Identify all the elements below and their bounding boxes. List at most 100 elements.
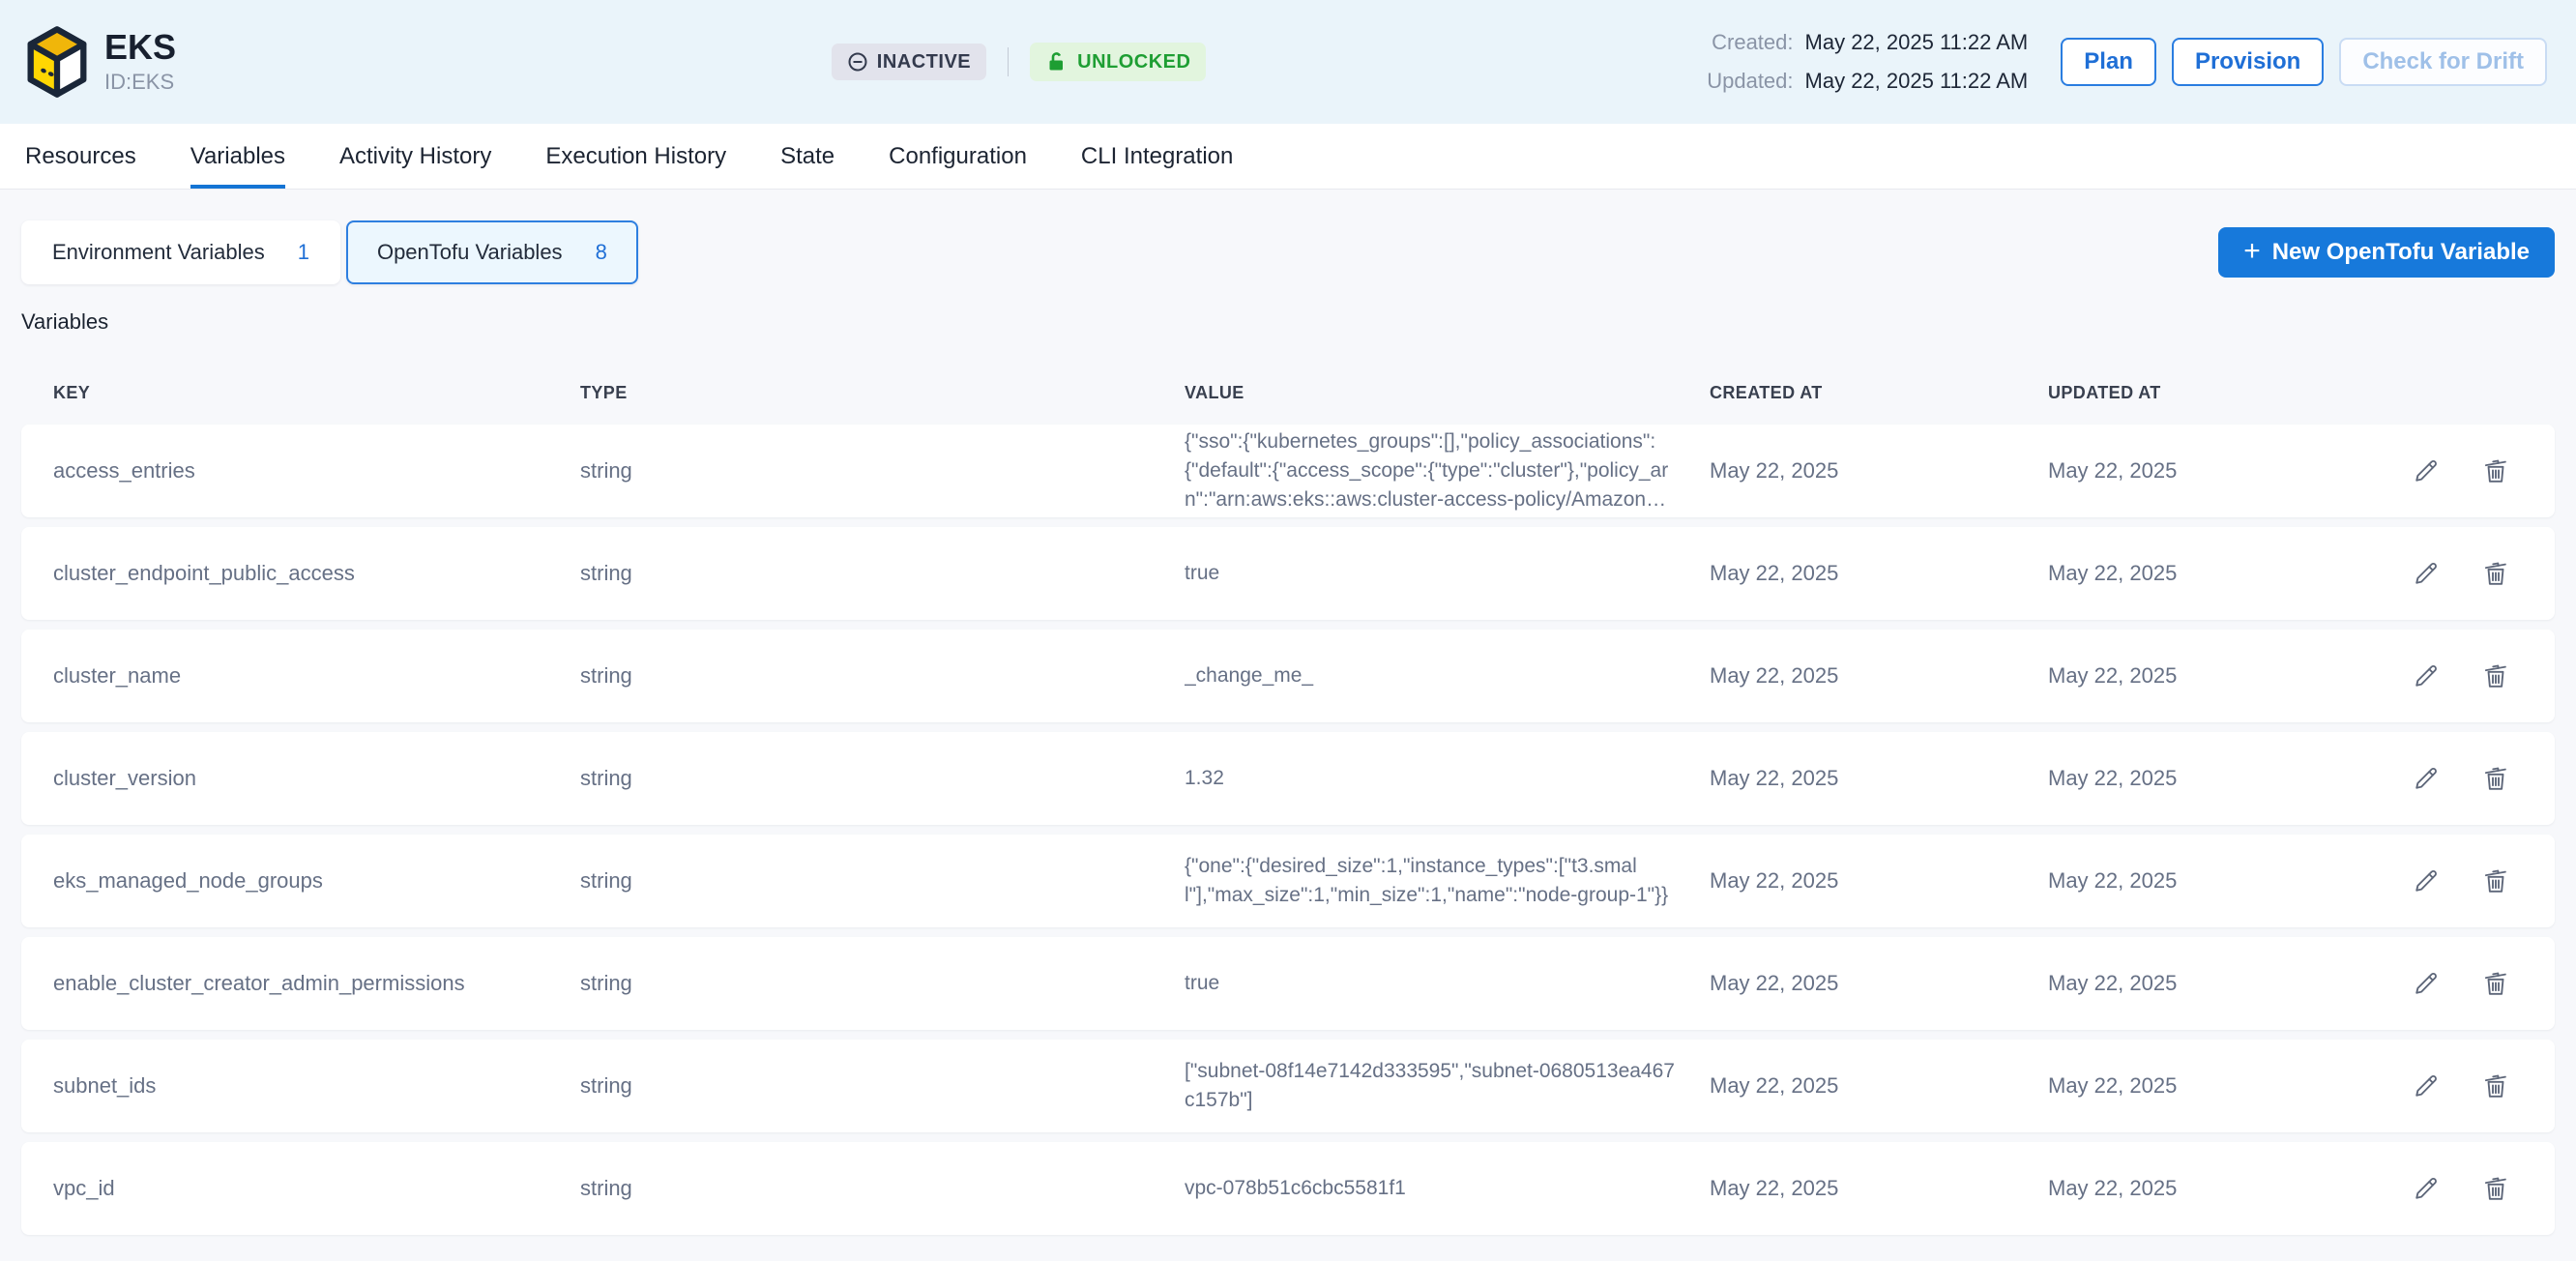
delete-variable-button[interactable] xyxy=(2481,1174,2510,1203)
cell-updated-at: May 22, 2025 xyxy=(2048,1073,2377,1099)
cell-value: ["subnet-08f14e7142d333595","subnet-0680… xyxy=(1185,1057,1699,1115)
edit-variable-button[interactable] xyxy=(2412,661,2441,690)
cell-key: access_entries xyxy=(53,458,580,484)
edit-variable-button[interactable] xyxy=(2412,1071,2441,1100)
table-row: eks_managed_node_groups string {"one":{"… xyxy=(21,835,2555,927)
delete-variable-button[interactable] xyxy=(2481,866,2510,895)
new-opentofu-variable-label: New OpenTofu Variable xyxy=(2272,239,2530,266)
cell-value: vpc-078b51c6cbc5581f1 xyxy=(1185,1174,1699,1203)
trash-icon xyxy=(2481,456,2510,485)
tab-configuration[interactable]: Configuration xyxy=(889,124,1027,189)
cell-updated-at: May 22, 2025 xyxy=(2048,971,2377,996)
new-opentofu-variable-button[interactable]: + New OpenTofu Variable xyxy=(2218,227,2555,278)
tab-variables[interactable]: Variables xyxy=(190,124,285,189)
delete-variable-button[interactable] xyxy=(2481,764,2510,793)
cell-key: cluster_name xyxy=(53,663,580,689)
cell-created-at: May 22, 2025 xyxy=(1710,458,2048,484)
unlock-icon xyxy=(1045,50,1068,73)
filter-opentofu-variables[interactable]: OpenTofu Variables 8 xyxy=(346,220,638,284)
plus-icon: + xyxy=(2243,237,2261,266)
plan-button[interactable]: Plan xyxy=(2061,38,2156,86)
row-actions xyxy=(2377,661,2555,690)
status-badge: INACTIVE xyxy=(832,44,986,80)
cell-updated-at: May 22, 2025 xyxy=(2048,1176,2377,1201)
opentofu-cube-logo-icon xyxy=(23,24,91,100)
cell-key: cluster_endpoint_public_access xyxy=(53,561,580,586)
delete-variable-button[interactable] xyxy=(2481,969,2510,998)
filter-count-badge: 1 xyxy=(298,240,309,265)
minus-circle-icon xyxy=(847,51,868,73)
cell-key: vpc_id xyxy=(53,1176,580,1201)
cell-type: string xyxy=(580,1176,1185,1201)
cell-type: string xyxy=(580,868,1185,894)
tab-state[interactable]: State xyxy=(780,124,834,189)
filter-label: OpenTofu Variables xyxy=(377,240,563,265)
cell-updated-at: May 22, 2025 xyxy=(2048,766,2377,791)
cell-type: string xyxy=(580,1073,1185,1099)
cell-value: true xyxy=(1185,559,1699,588)
filter-label: Environment Variables xyxy=(52,240,265,265)
updated-value: May 22, 2025 11:22 AM xyxy=(1805,69,2029,94)
lock-badge: UNLOCKED xyxy=(1030,43,1206,81)
delete-variable-button[interactable] xyxy=(2481,456,2510,485)
table-row: enable_cluster_creator_admin_permissions… xyxy=(21,937,2555,1030)
tab-resources[interactable]: Resources xyxy=(25,124,136,189)
trash-icon xyxy=(2481,559,2510,588)
cell-key: cluster_version xyxy=(53,766,580,791)
column-header-value: VALUE xyxy=(1185,383,1710,403)
cell-value: true xyxy=(1185,969,1699,998)
delete-variable-button[interactable] xyxy=(2481,559,2510,588)
row-actions xyxy=(2377,764,2555,793)
row-actions xyxy=(2377,559,2555,588)
cell-created-at: May 22, 2025 xyxy=(1710,868,2048,894)
pencil-icon xyxy=(2412,764,2441,793)
cell-updated-at: May 22, 2025 xyxy=(2048,868,2377,894)
variable-type-filter-row: Environment Variables 1 OpenTofu Variabl… xyxy=(21,220,2555,284)
column-header-updated-at: UPDATED AT xyxy=(2048,383,2377,403)
check-for-drift-button[interactable]: Check for Drift xyxy=(2339,38,2547,86)
edit-variable-button[interactable] xyxy=(2412,456,2441,485)
row-actions xyxy=(2377,969,2555,998)
provision-button[interactable]: Provision xyxy=(2172,38,2324,86)
pencil-icon xyxy=(2412,866,2441,895)
cell-updated-at: May 22, 2025 xyxy=(2048,561,2377,586)
delete-variable-button[interactable] xyxy=(2481,661,2510,690)
cell-updated-at: May 22, 2025 xyxy=(2048,458,2377,484)
filter-count-badge: 8 xyxy=(596,240,607,265)
edit-variable-button[interactable] xyxy=(2412,866,2441,895)
variables-section-title: Variables xyxy=(21,309,2555,335)
trash-icon xyxy=(2481,764,2510,793)
filter-environment-variables[interactable]: Environment Variables 1 xyxy=(21,220,340,284)
cell-type: string xyxy=(580,971,1185,996)
edit-variable-button[interactable] xyxy=(2412,1174,2441,1203)
column-header-created-at: CREATED AT xyxy=(1710,383,2048,403)
column-header-key: KEY xyxy=(53,383,580,403)
table-row: cluster_name string _change_me_ May 22, … xyxy=(21,630,2555,722)
trash-icon xyxy=(2481,969,2510,998)
row-actions xyxy=(2377,1071,2555,1100)
tab-cli-integration[interactable]: CLI Integration xyxy=(1081,124,1233,189)
environment-meta: Created: May 22, 2025 11:22 AM Updated: … xyxy=(1707,30,2028,94)
cell-type: string xyxy=(580,663,1185,689)
trash-icon xyxy=(2481,661,2510,690)
delete-variable-button[interactable] xyxy=(2481,1071,2510,1100)
edit-variable-button[interactable] xyxy=(2412,969,2441,998)
edit-variable-button[interactable] xyxy=(2412,764,2441,793)
pencil-icon xyxy=(2412,1071,2441,1100)
cell-type: string xyxy=(580,561,1185,586)
variables-table-body: access_entries string {"sso":{"kubernete… xyxy=(21,425,2555,1235)
cell-value: {"sso":{"kubernetes_groups":[],"policy_a… xyxy=(1185,427,1699,514)
row-actions xyxy=(2377,1174,2555,1203)
environment-tabs: Resources Variables Activity History Execut… xyxy=(0,124,2576,190)
tab-execution-history[interactable]: Execution History xyxy=(545,124,726,189)
trash-icon xyxy=(2481,866,2510,895)
page-title: EKS xyxy=(104,29,176,66)
tab-activity-history[interactable]: Activity History xyxy=(339,124,491,189)
trash-icon xyxy=(2481,1174,2510,1203)
cell-key: enable_cluster_creator_admin_permissions xyxy=(53,971,580,996)
cell-updated-at: May 22, 2025 xyxy=(2048,663,2377,689)
cell-created-at: May 22, 2025 xyxy=(1710,971,2048,996)
environment-header: EKS ID:EKS INACTIVE UNLOCKED Created: Ma… xyxy=(0,0,2576,124)
edit-variable-button[interactable] xyxy=(2412,559,2441,588)
created-value: May 22, 2025 11:22 AM xyxy=(1805,30,2029,55)
